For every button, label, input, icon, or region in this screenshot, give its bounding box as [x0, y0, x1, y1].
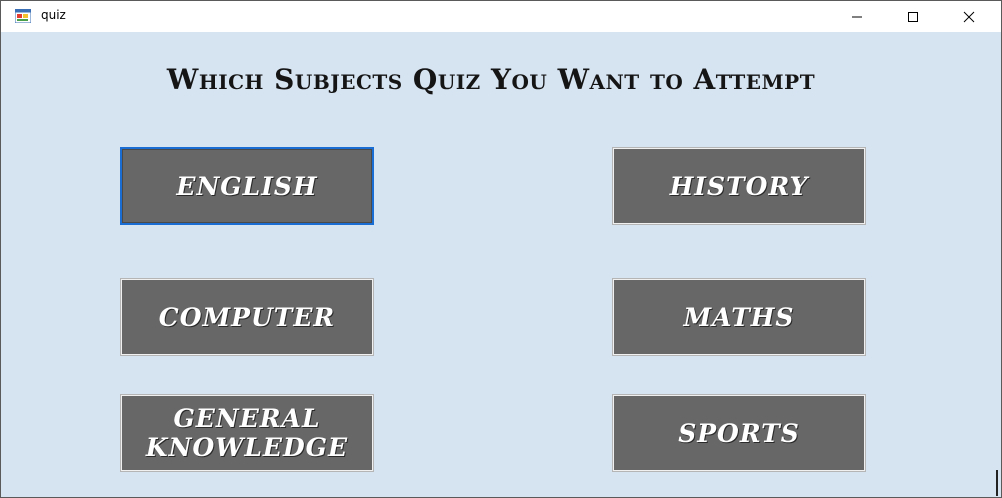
english-label: ENGLISH	[176, 171, 318, 201]
english-button[interactable]: ENGLISH	[120, 147, 374, 225]
general-knowledge-button[interactable]: GENERAL KNOWLEDGE	[120, 394, 374, 472]
maximize-button[interactable]	[885, 1, 941, 32]
general-knowledge-label: GENERAL KNOWLEDGE	[145, 404, 349, 462]
minimize-icon	[852, 16, 862, 17]
page-heading: Which Subjects Quiz You Want to Attempt	[166, 63, 816, 96]
sports-button[interactable]: SPORTS	[612, 394, 866, 472]
maths-button[interactable]: MATHS	[612, 278, 866, 356]
minimize-button[interactable]	[829, 1, 885, 32]
maths-label: MATHS	[683, 302, 795, 332]
close-icon	[963, 11, 975, 22]
window-edge-divider	[996, 470, 998, 496]
window-title: quiz	[41, 8, 66, 22]
sports-label: SPORTS	[678, 418, 800, 448]
history-label: HISTORY	[669, 171, 809, 201]
computer-button[interactable]: COMPUTER	[120, 278, 374, 356]
history-button[interactable]: HISTORY	[612, 147, 866, 225]
quiz-window: quiz Which Subjects Quiz You Want to Att…	[0, 0, 1002, 498]
computer-label: COMPUTER	[158, 302, 336, 332]
form-app-icon	[15, 9, 31, 23]
title-bar[interactable]: quiz	[1, 1, 1001, 32]
maximize-icon	[908, 11, 918, 22]
close-button[interactable]	[941, 1, 997, 32]
